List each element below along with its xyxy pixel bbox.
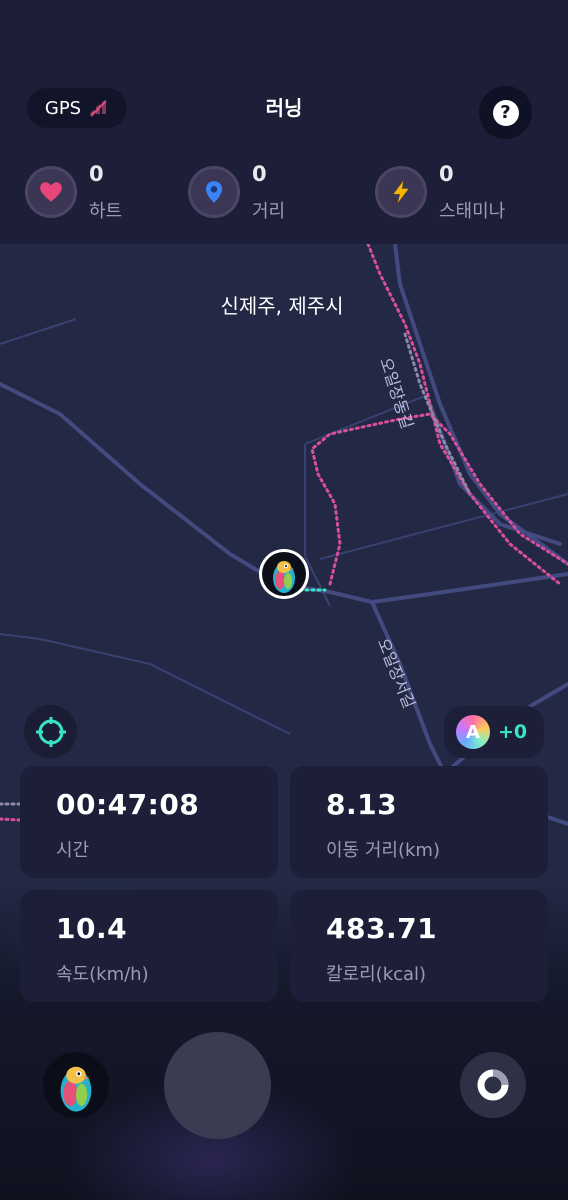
penguin-avatar-icon <box>273 561 295 593</box>
distance-metric-label: 이동 거리(km) <box>326 840 440 861</box>
location-text: 신제주, 제주시 <box>220 294 344 318</box>
time-value: 00:47:08 <box>56 788 200 821</box>
header: GPS 러닝 ? 0 하트 0 거리 0 스태미나 <box>0 0 568 244</box>
heart-label: 하트 <box>89 201 123 222</box>
user-location-avatar[interactable] <box>259 549 309 599</box>
calories-value: 483.71 <box>326 912 438 945</box>
map-location-label: 신제주, 제주시 <box>0 290 568 319</box>
heart-ring <box>25 166 77 218</box>
a-badge-icon: A <box>456 715 490 749</box>
penguin-avatar-icon <box>60 1066 92 1112</box>
donut-chart-icon <box>477 1069 509 1101</box>
bonus-value: +0 <box>498 721 528 743</box>
location-pin-icon <box>205 181 223 203</box>
question-icon: ? <box>492 99 519 126</box>
heart-icon <box>40 182 62 202</box>
lightning-icon <box>393 181 409 203</box>
help-button[interactable]: ? <box>479 86 532 139</box>
stamina-label: 스태미나 <box>439 201 506 222</box>
calories-label: 칼로리(kcal) <box>326 964 427 985</box>
bonus-pill[interactable]: A +0 <box>444 706 544 758</box>
recenter-button[interactable] <box>24 705 77 758</box>
speed-label: 속도(km/h) <box>56 964 149 985</box>
stat-distance: 0 거리 <box>188 162 318 222</box>
avatar <box>262 552 306 596</box>
distance-label: 거리 <box>252 201 286 222</box>
profile-avatar-button[interactable] <box>43 1052 109 1118</box>
distance-ring <box>188 166 240 218</box>
stamina-value: 0 <box>439 162 454 186</box>
metric-card-speed: 10.4 속도(km/h) <box>20 890 278 1002</box>
stamina-ring <box>375 166 427 218</box>
distance-metric-value: 8.13 <box>326 788 398 821</box>
metric-card-distance: 8.13 이동 거리(km) <box>290 766 548 878</box>
stat-heart: 0 하트 <box>25 162 155 222</box>
crosshair-icon <box>35 716 66 747</box>
speed-value: 10.4 <box>56 912 128 945</box>
distance-value: 0 <box>252 162 267 186</box>
metric-card-time: 00:47:08 시간 <box>20 766 278 878</box>
stats-button[interactable] <box>460 1052 526 1118</box>
time-label: 시간 <box>56 840 90 861</box>
stat-stamina: 0 스태미나 <box>375 162 525 222</box>
metric-card-calories: 483.71 칼로리(kcal) <box>290 890 548 1002</box>
start-run-button[interactable] <box>164 1032 271 1139</box>
heart-value: 0 <box>89 162 104 186</box>
